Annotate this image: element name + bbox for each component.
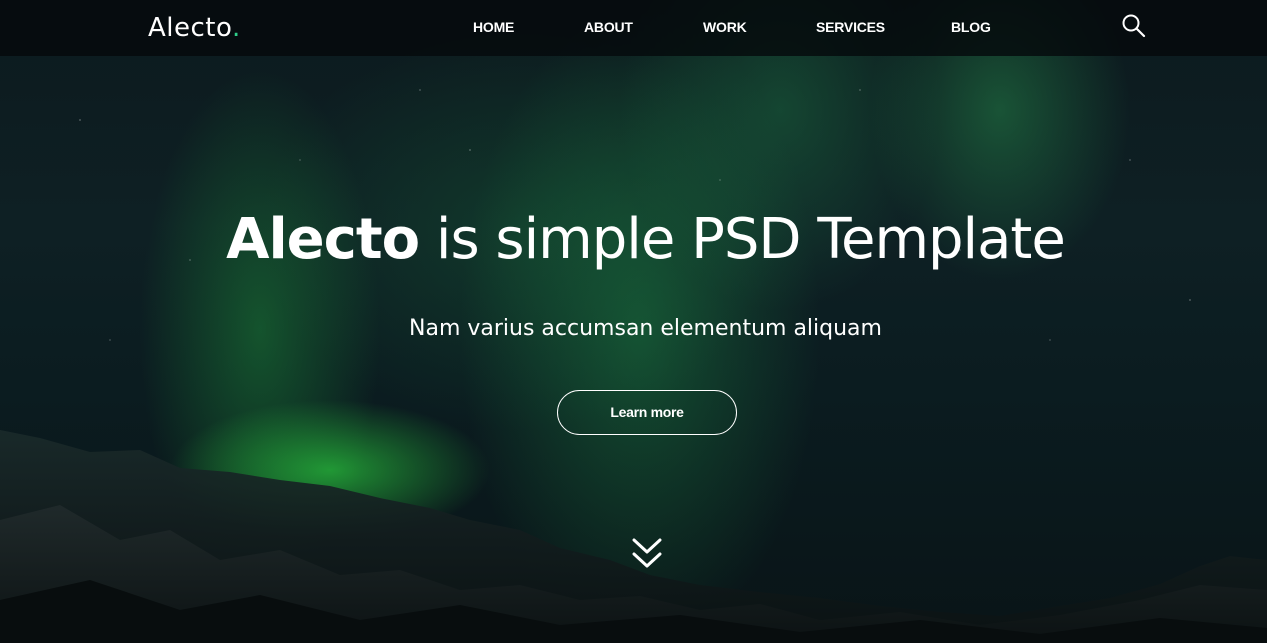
hero-title: Alecto is simple PSD Template [0, 200, 1267, 280]
double-chevron-down-icon[interactable] [631, 536, 663, 572]
hero-title-brand: Alecto [226, 207, 420, 272]
hero-subtitle: Nam varius accumsan elementum aliquam [409, 316, 882, 341]
nav-item-work[interactable]: WORK [703, 17, 747, 37]
search-icon[interactable] [1121, 13, 1147, 39]
nav-item-blog[interactable]: BLOG [951, 17, 991, 37]
learn-more-button[interactable]: Learn more [557, 390, 737, 435]
nav-item-about[interactable]: ABOUT [584, 17, 633, 37]
logo-dot: . [231, 13, 241, 43]
site-logo[interactable]: Alecto. [148, 10, 241, 46]
nav-item-home[interactable]: HOME [473, 17, 514, 37]
nav-item-services[interactable]: SERVICES [816, 17, 885, 37]
hero-section: Alecto. HOME ABOUT WORK SERVICES BLOG Al… [0, 0, 1267, 643]
logo-text: Alecto [148, 13, 232, 43]
hero-title-rest: is simple PSD Template [419, 207, 1066, 272]
top-navbar: Alecto. HOME ABOUT WORK SERVICES BLOG [0, 0, 1267, 56]
